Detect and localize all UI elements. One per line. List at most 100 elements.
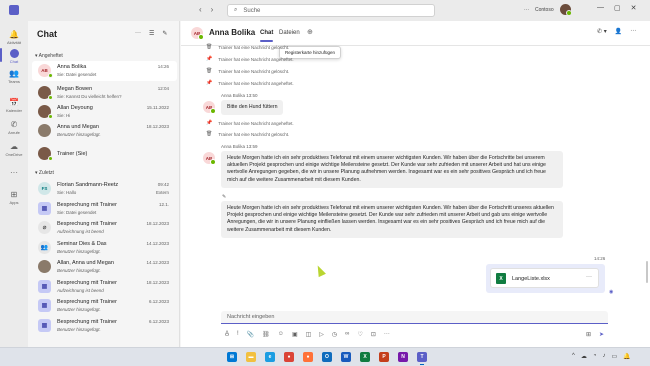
teams-taskbar-icon[interactable]: T <box>417 352 427 365</box>
rail-item-activity[interactable]: 🔔 Aktivität <box>0 29 28 46</box>
gif-icon[interactable]: ▣ <box>292 331 298 338</box>
search-icon: ⌕ <box>234 7 238 13</box>
system-message: 📌 Trainer hat eine Nachricht angeheftet. <box>206 56 294 62</box>
format-icon[interactable]: A̲ <box>225 331 229 338</box>
message-bubble[interactable]: Heute Morgen hatte ich ein sehr produkti… <box>221 151 563 188</box>
chat-list-item[interactable]: Anna und Megan Benutzer hinzugefügt. 18.12… <box>32 121 177 141</box>
message-meta: Anna Bolika 13:50 <box>221 93 258 98</box>
tab-chat[interactable]: Chat <box>260 30 274 42</box>
chat-name: Besprechung mit Trainer <box>57 279 117 286</box>
search-input[interactable]: ⌕ Suche <box>227 4 435 17</box>
battery-icon[interactable]: ▭ <box>611 353 617 360</box>
chat-list-item[interactable]: Megan Bowen Sie: Kannst Du vielleicht hel… <box>32 83 177 103</box>
chat-list-item[interactable]: ▦ Besprechung mit Trainer Aufzeichnung ist… <box>32 277 177 297</box>
people-icon[interactable]: 👤 <box>615 28 622 35</box>
rail-item-onedrive[interactable]: ☁ OneDrive <box>0 141 28 158</box>
send-icon[interactable]: ➤ <box>599 331 604 338</box>
chat-list-item[interactable]: 👥 Seminar Dies & Das Benutzer hinzugefügt.… <box>32 238 177 258</box>
chat-list-item[interactable]: AB Anna Bolika Sie: Datei gesendet 14:26 <box>32 61 177 81</box>
call-icon[interactable]: ✆ ▾ <box>597 28 607 35</box>
rail-item-apps[interactable]: ⊞ Apps <box>0 189 28 206</box>
file-attachment[interactable]: X LangeListe.xlsx ··· <box>490 268 599 288</box>
chat-time: 12.1. <box>158 201 169 207</box>
onedrive-tray-icon[interactable]: ☁ <box>581 353 587 360</box>
chat-list-item[interactable]: ▦ Besprechung mit Trainer Benutzer hinzuge… <box>32 296 177 316</box>
file-explorer-icon[interactable]: ▬ <box>246 352 256 362</box>
add-tab-icon[interactable]: ⊕ <box>307 28 313 36</box>
schedule-icon[interactable]: ◷ <box>332 331 337 338</box>
scrollbar[interactable] <box>646 261 648 283</box>
more-options-icon[interactable]: ··· <box>524 7 529 13</box>
forward-icon[interactable]: › <box>211 5 214 14</box>
app-icon[interactable]: ⊡ <box>371 331 376 338</box>
chat-list-item[interactable]: Trainer (Sie) <box>32 144 177 164</box>
more-options-icon[interactable]: ··· <box>630 28 636 35</box>
expand-icon[interactable]: ⊞ <box>586 331 591 338</box>
firefox-icon[interactable]: ● <box>303 352 313 362</box>
presence-available-icon <box>48 95 53 100</box>
taskbar: ⊞ ▬ e ● ● O W X P N T ^ ☁ ◔ ♪ ▭ 🔔 <box>0 347 650 366</box>
chat-list-item[interactable]: FS Florian Sandmann-Reetz Sie: Hallo 09:42 E… <box>32 179 177 199</box>
priority-icon[interactable]: ! <box>237 331 239 338</box>
sender-avatar[interactable]: AB <box>203 152 216 165</box>
rail-item-chat[interactable]: Chat <box>0 48 28 64</box>
attach-icon[interactable]: 📎 <box>247 331 254 338</box>
chrome-icon[interactable]: ● <box>284 352 294 362</box>
chat-time: 14.12.2023 <box>146 260 169 265</box>
word-icon[interactable]: W <box>341 352 351 362</box>
avatar: ⌀ <box>38 221 51 234</box>
avatar: FS <box>38 182 51 195</box>
compose-input[interactable]: Nachricht eingeben <box>221 311 608 324</box>
new-chat-icon[interactable]: ✎ <box>162 30 167 37</box>
minimize-icon[interactable]: — <box>597 4 604 12</box>
chevron-up-icon[interactable]: ^ <box>572 353 575 360</box>
powerpoint-icon[interactable]: P <box>379 352 389 362</box>
excel-icon[interactable]: X <box>360 352 370 362</box>
loop-icon[interactable]: ∞ <box>345 331 349 338</box>
user-avatar[interactable] <box>559 4 572 16</box>
meet-icon[interactable]: ▷ <box>319 331 324 338</box>
section-pinned[interactable]: ▾ Angeheftet <box>35 53 63 59</box>
chat-list-actions: ··· ☰ ✎ <box>135 30 167 37</box>
windows-start-icon[interactable]: ⊞ <box>227 352 237 362</box>
avatar: ▦ <box>38 318 51 332</box>
emoji-icon[interactable]: ☺ <box>278 331 284 338</box>
apps-icon: ⊞ <box>10 189 18 199</box>
tab-files[interactable]: Dateien <box>279 30 300 36</box>
chat-preview: Aufzeichnung ist beend <box>57 229 104 234</box>
close-icon[interactable]: ✕ <box>631 4 637 12</box>
sender-avatar[interactable]: AB <box>203 101 216 114</box>
message-bubble[interactable]: Heute Morgen hatte ich ein sehr produkti… <box>221 201 563 238</box>
pin-icon: 📌 <box>206 120 213 126</box>
notifications-icon[interactable]: 🔔 <box>623 353 630 360</box>
maximize-icon[interactable]: ▢ <box>614 4 621 12</box>
chat-list-item[interactable]: Allan Deyoung Sie: Hi 15.11.2022 <box>32 102 177 122</box>
back-icon[interactable]: ‹ <box>199 5 202 14</box>
rail-item-teams[interactable]: 👥 Teams <box>0 68 28 85</box>
more-options-icon[interactable]: ··· <box>384 331 390 338</box>
chat-list-item[interactable]: ⌀ Besprechung mit Trainer Aufzeichnung ist… <box>32 218 177 238</box>
network-icon[interactable]: ◔ <box>593 353 597 360</box>
message-bubble[interactable]: Bitte den Hund füttern <box>221 100 284 116</box>
praise-icon[interactable]: ♡ <box>357 331 362 338</box>
rail-item-calendar[interactable]: 📅 Kalender <box>0 97 28 114</box>
more-options-icon[interactable]: ··· <box>135 30 141 37</box>
link-icon[interactable]: ⛓ <box>262 331 270 338</box>
rail-item-calls[interactable]: ✆ Anrufe <box>0 119 28 136</box>
contact-name[interactable]: Anna Bolika <box>209 28 255 37</box>
outlook-icon[interactable]: O <box>322 352 332 362</box>
edge-icon[interactable]: e <box>265 352 275 362</box>
chat-list-item[interactable]: Allan, Anna und Megan Benutzer hinzugefüg… <box>32 257 177 277</box>
chat-list-item[interactable]: ▦ Besprechung mit Trainer Sie: Datei gesen… <box>32 199 177 219</box>
filter-icon[interactable]: ☰ <box>149 30 154 37</box>
more-options-icon[interactable]: ··· <box>586 274 592 280</box>
chat-pane: AB Anna Bolika Chat Dateien ⊕ ✆ ▾ 👤 ··· … <box>181 21 650 347</box>
rail-item-more[interactable]: ··· <box>0 167 28 177</box>
org-name[interactable]: Contoso <box>535 7 554 13</box>
section-recent[interactable]: ▾ Zuletzt <box>35 170 54 176</box>
chat-list-item[interactable]: ▦ Besprechung mit Trainer Benutzer hinzuge… <box>32 316 177 336</box>
sticker-icon[interactable]: ◫ <box>306 331 312 338</box>
onenote-icon[interactable]: N <box>398 352 408 362</box>
volume-icon[interactable]: ♪ <box>602 353 605 360</box>
chat-list-title: Chat <box>37 29 57 39</box>
